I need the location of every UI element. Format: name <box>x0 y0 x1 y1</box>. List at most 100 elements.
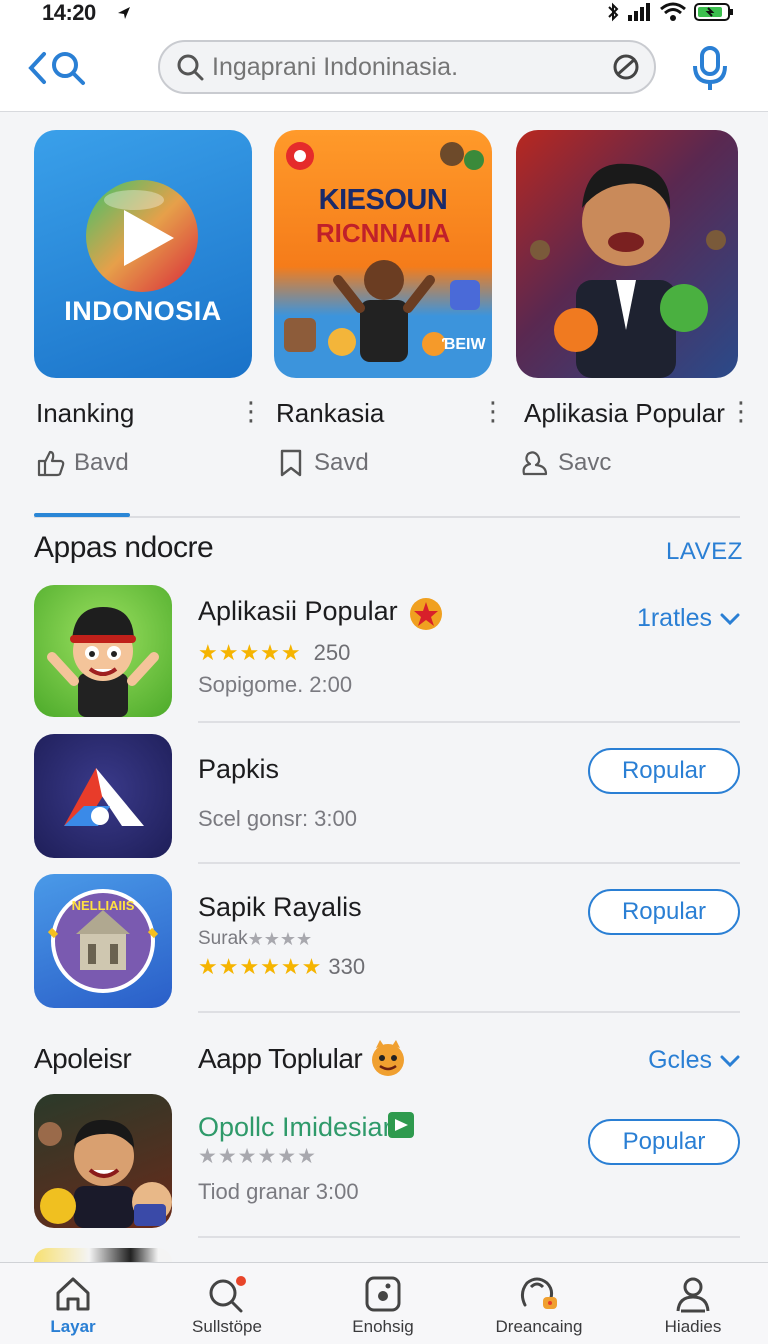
get-button[interactable]: Ropular <box>588 748 740 794</box>
play-logo-icon <box>86 180 198 292</box>
featured-action[interactable]: Savd <box>276 448 369 478</box>
featured-tile-subtitle: RICNNAIIA <box>315 218 451 248</box>
app-title[interactable]: Opollc Imidesiar <box>198 1112 392 1143</box>
divider <box>198 721 740 723</box>
featured-action[interactable]: Savc <box>518 448 611 478</box>
get-button[interactable]: Ropular <box>588 889 740 935</box>
clear-icon[interactable] <box>612 53 640 81</box>
see-all-link[interactable]: LAVEZ <box>666 538 743 566</box>
see-all-label: Gcles <box>648 1046 712 1074</box>
featured-tile-image[interactable]: INDONOSIA <box>34 130 252 378</box>
divider <box>198 1011 740 1013</box>
location-arrow-icon <box>118 7 130 19</box>
search-header <box>0 28 768 112</box>
search-input[interactable] <box>212 52 612 82</box>
chevron-left-icon <box>28 52 46 84</box>
featured-name: Inanking <box>36 398 135 428</box>
featured-action-label: Savd <box>314 449 369 476</box>
app-title[interactable]: Aplikasii Popular <box>198 596 398 627</box>
landmark-badge-icon <box>47 889 159 993</box>
search-field-icon <box>177 54 204 81</box>
tab-arcade[interactable]: Dreancaing <box>474 1275 604 1337</box>
app-meta: Sopigome. 2:00 <box>198 672 353 697</box>
star-badge-icon <box>410 598 442 630</box>
users-icon <box>522 451 548 476</box>
featured-tile-badge: ƁEIW <box>442 336 486 353</box>
chevron-down-icon <box>720 1055 740 1067</box>
featured-tile-title: KIESOUN <box>318 184 448 216</box>
featured-name: Aplikasia Popular <box>524 398 725 428</box>
tab-label: Layar <box>50 1317 96 1336</box>
app-title[interactable]: Papkis <box>198 754 279 785</box>
letter-a-logo-icon <box>64 768 144 826</box>
status-time: 14:20 <box>42 0 96 25</box>
rating: ★★★★★★ 330 <box>198 954 365 980</box>
featured-tile-image[interactable] <box>516 130 738 378</box>
bottom-nav: Layar Sullstöpe Enohsig Dreancaing Hiadi… <box>0 1262 768 1344</box>
featured-tile-image[interactable]: KIESOUN RICNNAIIA ƁEIW <box>274 130 492 378</box>
more-options-icon[interactable]: ⋮ <box>728 396 754 427</box>
divider <box>34 516 740 518</box>
play-badge-icon <box>388 1112 414 1138</box>
tab-label: Hiadies <box>664 1317 722 1336</box>
app-icon[interactable] <box>34 1248 172 1262</box>
app-meta: Surak <box>198 928 248 949</box>
star-rating-icon: ★★★★★★ <box>198 954 323 979</box>
character-art-icon <box>530 163 726 378</box>
more-options-icon[interactable]: ⋮ <box>238 396 264 427</box>
app-title[interactable]: Sapik Rayalis <box>198 892 362 923</box>
microphone-icon[interactable] <box>690 46 730 92</box>
cartoon-character-icon <box>47 607 159 717</box>
arcade-icon <box>520 1277 557 1309</box>
rating-count: 330 <box>328 954 366 979</box>
star-rating-icon: ★★★★★ <box>198 640 302 665</box>
rating-count: 250 <box>313 640 351 665</box>
featured-card[interactable]: Aplikasia Popular ⋮ Savc <box>516 130 754 476</box>
back-button[interactable] <box>26 46 90 90</box>
app-icon[interactable]: NELLIAIIS <box>34 874 172 1008</box>
rating: ★★★★★ 250 <box>198 640 350 666</box>
featured-action-label: Bavd <box>74 449 129 476</box>
chevron-down-icon <box>720 613 740 625</box>
featured-carousel: INDONOSIA Inanking ⋮ Bavd KIESOUN RICNNA… <box>34 130 754 510</box>
app-meta: Scel gonsr: 3:00 <box>198 806 357 831</box>
see-all-link[interactable]: Gcles <box>648 1046 740 1075</box>
featured-action-label: Savc <box>558 449 612 476</box>
star-outline-icon: ★★★★ <box>247 928 313 949</box>
tab-apps[interactable]: Enohsig <box>318 1275 448 1337</box>
featured-card[interactable]: KIESOUN RICNNAIIA ƁEIW Rankasia ⋮ Savd <box>274 130 506 477</box>
tab-label: Sullstöpe <box>192 1317 262 1336</box>
app-icon-text: NELLIAIIS <box>71 898 135 913</box>
featured-action[interactable]: Bavd <box>36 448 129 478</box>
more-options-icon[interactable]: ⋮ <box>480 396 506 427</box>
signal-icon <box>628 3 650 21</box>
carousel-indicator <box>34 513 130 517</box>
app-icon[interactable] <box>34 1094 172 1228</box>
search-box[interactable] <box>158 40 656 94</box>
apps-icon <box>365 1276 401 1312</box>
get-button[interactable]: Popular <box>588 1119 740 1165</box>
status-bar: 14:20 <box>0 0 768 28</box>
section-title: Appas ndocre <box>34 531 214 564</box>
thumbs-up-icon <box>37 450 65 477</box>
app-meta-row: Surak ★★★★ <box>198 928 312 950</box>
search-icon <box>52 52 85 85</box>
tab-search[interactable]: Sullstöpe <box>162 1275 292 1337</box>
tab-label: Dreancaing <box>495 1317 583 1336</box>
search-icon <box>209 1276 246 1313</box>
wifi-icon <box>660 2 686 21</box>
app-icon[interactable] <box>34 734 172 858</box>
featured-card[interactable]: INDONOSIA Inanking ⋮ Bavd <box>34 130 264 477</box>
characters-art-icon <box>38 1119 172 1228</box>
battery-icon <box>694 3 733 21</box>
tab-profile[interactable]: Hiadies <box>628 1275 758 1337</box>
divider <box>198 862 740 864</box>
cartoon-face-icon <box>372 1040 404 1076</box>
featured-tile-text: INDONOSIA <box>64 296 222 326</box>
tab-home[interactable]: Layar <box>8 1275 138 1337</box>
divider <box>198 1236 740 1238</box>
home-icon <box>56 1277 90 1311</box>
app-icon[interactable] <box>34 585 172 717</box>
ratings-link[interactable]: 1ratles <box>637 604 740 633</box>
section-subtitle: Aapp Toplular <box>198 1043 363 1074</box>
